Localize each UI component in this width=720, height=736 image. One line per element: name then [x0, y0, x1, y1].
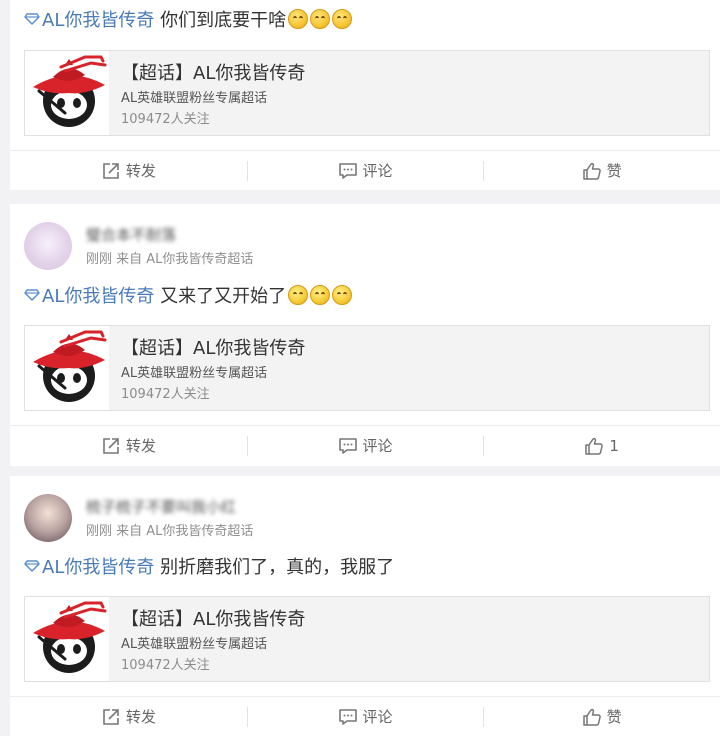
- post-body: 你们到底要干啥: [160, 10, 287, 31]
- comment-label: 评论: [362, 437, 393, 455]
- comment-icon: [338, 436, 358, 456]
- comment-icon: [338, 707, 358, 727]
- post-actions: 转发 评论 赞: [10, 150, 720, 190]
- like-label: 赞: [606, 162, 622, 180]
- topic-card-followers: 109472人关注: [121, 112, 210, 127]
- smile-emoji: [288, 9, 309, 29]
- comment-button[interactable]: 评论: [246, 151, 484, 190]
- topic-card-description: AL英雄联盟粉丝专属超话: [121, 91, 268, 106]
- post-actions: 转发 评论 1: [10, 425, 720, 465]
- repost-icon: [101, 161, 121, 181]
- topic-card-description: AL英雄联盟粉丝专属超话: [121, 637, 268, 652]
- author-name[interactable]: 梳子梳子不要叫我小红: [86, 496, 236, 516]
- topic-card-title: 【超话】AL你我皆传奇: [121, 609, 306, 630]
- post-card: AL你我皆传奇 你们到底要干啥 【超话】AL你我皆传奇 AL英雄联盟粉丝专属超话…: [10, 0, 720, 190]
- topic-logo-image: [25, 597, 109, 681]
- topic-link[interactable]: AL你我皆传奇: [24, 557, 154, 578]
- diamond-icon: [24, 560, 40, 572]
- topic-card-title: 【超话】AL你我皆传奇: [121, 63, 306, 84]
- post-header: 梳子梳子不要叫我小红 刚刚 来自 AL你我皆传奇超话: [10, 476, 720, 548]
- topic-card[interactable]: 【超话】AL你我皆传奇 AL英雄联盟粉丝专属超话 109472人关注: [24, 596, 710, 682]
- topic-card[interactable]: 【超话】AL你我皆传奇 AL英雄联盟粉丝专属超话 109472人关注: [24, 325, 710, 411]
- topic-card[interactable]: 【超话】AL你我皆传奇 AL英雄联盟粉丝专属超话 109472人关注: [24, 50, 710, 136]
- post-meta: 刚刚 来自 AL你我皆传奇超话: [86, 524, 254, 539]
- repost-button[interactable]: 转发: [10, 426, 247, 465]
- thinking-emoji: [288, 285, 309, 305]
- comment-icon: [338, 161, 358, 181]
- topic-logo-image: [25, 51, 109, 135]
- comment-button[interactable]: 评论: [246, 426, 484, 465]
- smile-emoji: [310, 9, 331, 29]
- topic-link[interactable]: AL你我皆传奇: [24, 286, 154, 307]
- avatar[interactable]: [24, 222, 72, 270]
- post-card: 璧合本不耐落 刚刚 来自 AL你我皆传奇超话 AL你我皆传奇 又来了又开始了 【…: [10, 204, 720, 466]
- comment-button[interactable]: 评论: [246, 697, 484, 736]
- like-label: 赞: [606, 708, 622, 726]
- like-button[interactable]: 赞: [483, 697, 720, 736]
- like-icon: [584, 436, 604, 456]
- diamond-icon: [24, 13, 40, 25]
- repost-label: 转发: [125, 708, 156, 726]
- topic-logo-image: [25, 326, 109, 410]
- like-button[interactable]: 赞: [483, 151, 720, 190]
- like-icon: [582, 161, 602, 181]
- smile-emoji: [332, 9, 353, 29]
- post-header: 璧合本不耐落 刚刚 来自 AL你我皆传奇超话: [10, 204, 720, 276]
- post-body: 又来了又开始了: [160, 286, 287, 307]
- comment-label: 评论: [362, 708, 393, 726]
- topic-card-followers: 109472人关注: [121, 387, 210, 402]
- diamond-icon: [24, 289, 40, 301]
- post-actions: 转发 评论 赞: [10, 696, 720, 736]
- topic-card-description: AL英雄联盟粉丝专属超话: [121, 366, 268, 381]
- post-text: AL你我皆传奇 别折磨我们了，真的，我服了: [24, 555, 394, 581]
- post-body: 别折磨我们了，真的，我服了: [160, 557, 395, 578]
- author-name[interactable]: 璧合本不耐落: [86, 224, 176, 244]
- repost-icon: [101, 707, 121, 727]
- post-text: AL你我皆传奇 又来了又开始了: [24, 284, 353, 310]
- like-count: 1: [609, 436, 619, 455]
- comment-label: 评论: [362, 162, 393, 180]
- post-meta: 刚刚 来自 AL你我皆传奇超话: [86, 252, 254, 267]
- topic-card-title: 【超话】AL你我皆传奇: [121, 338, 306, 359]
- repost-icon: [101, 436, 121, 456]
- repost-label: 转发: [125, 162, 156, 180]
- topic-link[interactable]: AL你我皆传奇: [24, 10, 154, 31]
- post-text: AL你我皆传奇 你们到底要干啥: [24, 8, 353, 34]
- like-icon: [582, 707, 602, 727]
- post-card: 梳子梳子不要叫我小红 刚刚 来自 AL你我皆传奇超话 AL你我皆传奇 别折磨我们…: [10, 476, 720, 736]
- thinking-emoji: [310, 285, 331, 305]
- repost-button[interactable]: 转发: [10, 697, 247, 736]
- thinking-emoji: [332, 285, 353, 305]
- like-button[interactable]: 1: [483, 426, 720, 465]
- repost-label: 转发: [125, 437, 156, 455]
- repost-button[interactable]: 转发: [10, 151, 247, 190]
- topic-card-followers: 109472人关注: [121, 658, 210, 673]
- avatar[interactable]: [24, 494, 72, 542]
